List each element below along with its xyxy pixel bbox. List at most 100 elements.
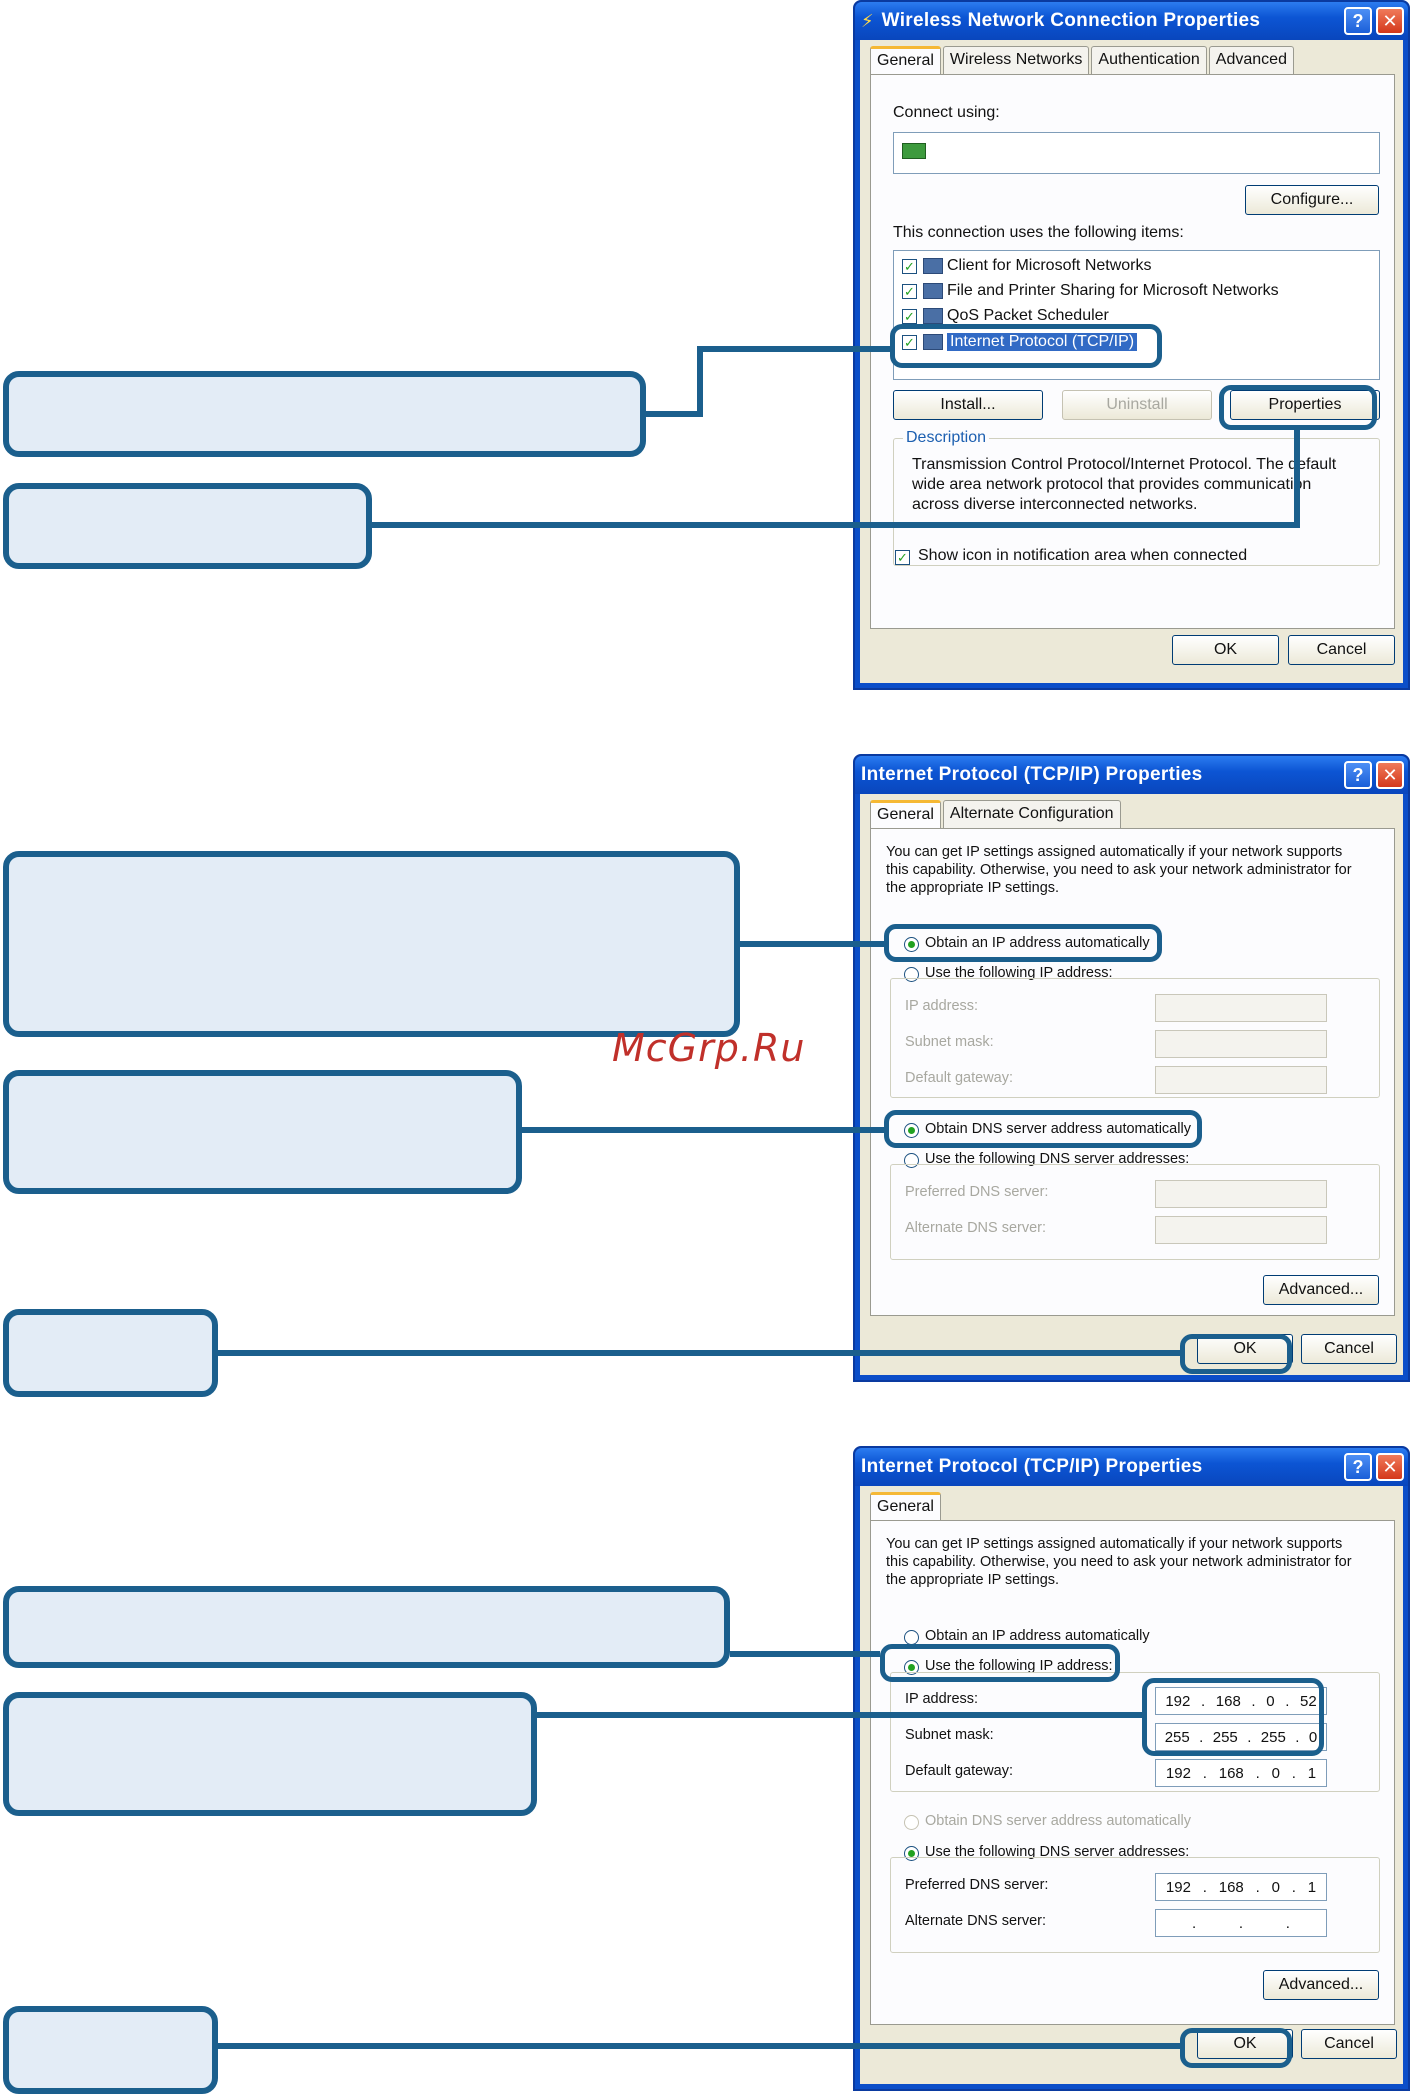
default-gateway-label: Default gateway: [905,1763,1014,1779]
callout-box-click-properties [3,483,372,569]
tab-alternate-configuration[interactable]: Alternate Configuration [942,800,1121,828]
checkbox[interactable]: ✓ [902,308,917,324]
list-item[interactable]: ✓ Client for Microsoft Networks [902,257,1152,275]
dns-group [890,1164,1380,1260]
tab-advanced[interactable]: Advanced [1208,46,1294,74]
default-gateway-field[interactable] [1155,1066,1327,1094]
obtain-ip-auto-radio[interactable] [904,1630,919,1645]
default-gateway-label: Default gateway: [905,1070,1014,1086]
intro-line: this capability. Otherwise, you need to … [886,1554,1352,1570]
default-gateway-field[interactable]: 192. 168. 0. 1 [1155,1759,1327,1787]
callout-box-use-following-ip [3,1586,730,1668]
tab-strip: General Wireless Networks Authentication… [870,46,1296,74]
configure-button[interactable]: Configure... [1245,185,1379,215]
ok-button[interactable]: OK [1172,635,1279,665]
advanced-button[interactable]: Advanced... [1263,1275,1379,1305]
ip-address-field[interactable]: 192. 168. 0. 52 [1155,1687,1327,1715]
ip-address-field[interactable] [1155,994,1327,1022]
properties-button[interactable]: Properties [1230,390,1380,420]
tab-general[interactable]: General [870,1492,941,1520]
cancel-button[interactable]: Cancel [1301,2029,1397,2059]
help-icon[interactable]: ? [1344,7,1372,35]
subnet-mask-label: Subnet mask: [905,1727,994,1743]
ip-address-label: IP address: [905,1691,979,1707]
show-icon-label: Show icon in notification area when conn… [918,547,1248,564]
intro-line: this capability. Otherwise, you need to … [886,862,1352,878]
intro-line: You can get IP settings assigned automat… [886,844,1343,860]
window-titlebar[interactable]: Internet Protocol (TCP/IP) Properties ? … [855,1448,1408,1486]
preferred-dns-label: Preferred DNS server: [905,1184,1049,1200]
close-icon[interactable]: ✕ [1376,1453,1404,1481]
obtain-dns-auto-radio[interactable] [904,1123,919,1138]
checkbox[interactable]: ✓ [902,283,917,299]
alternate-dns-field[interactable] [1155,1216,1327,1244]
components-list[interactable]: ✓ Client for Microsoft Networks ✓ File a… [893,250,1380,380]
obtain-dns-auto-label: Obtain DNS server address automatically [925,1121,1191,1137]
ok-button[interactable]: OK [1197,2029,1293,2059]
description-line: wide area network protocol that provides… [912,476,1312,493]
alternate-dns-field[interactable]: ... [1155,1909,1327,1937]
obtain-ip-auto-radio[interactable] [904,937,919,952]
window-titlebar[interactable]: Internet Protocol (TCP/IP) Properties ? … [855,756,1408,794]
callout-box-enter-ip-subnet [3,1692,537,1816]
description-line: across diverse interconnected networks. [912,496,1198,513]
subnet-mask-label: Subnet mask: [905,1034,994,1050]
close-icon[interactable]: ✕ [1376,7,1404,35]
window-title: Internet Protocol (TCP/IP) Properties [861,764,1203,785]
adapter-icon [902,143,926,159]
tab-authentication[interactable]: Authentication [1091,46,1207,74]
checkbox[interactable]: ✓ [902,258,917,274]
tab-general[interactable]: General [870,800,941,828]
install-button[interactable]: Install... [893,390,1043,420]
subnet-mask-field[interactable]: 255. 255. 255. 0 [1155,1723,1327,1751]
list-item[interactable]: ✓ Internet Protocol (TCP/IP) [902,333,1138,351]
cancel-button[interactable]: Cancel [1301,1334,1397,1364]
ip-address-label: IP address: [905,998,979,1014]
callout-box-click-ok-2 [3,2006,218,2094]
ok-button[interactable]: OK [1197,1334,1293,1364]
cancel-button[interactable]: Cancel [1288,635,1395,665]
tcpip-properties-window: Internet Protocol (TCP/IP) Properties ? … [853,754,1410,1382]
client-network-icon [923,258,943,274]
file-sharing-icon [923,283,943,299]
advanced-button[interactable]: Advanced... [1263,1970,1379,2000]
intro-line: You can get IP settings assigned automat… [886,1536,1343,1552]
tab-strip: General [870,1492,943,1520]
show-icon-checkbox[interactable]: ✓ [895,550,910,565]
intro-line: the appropriate IP settings. [886,880,1060,896]
intro-line: the appropriate IP settings. [886,1572,1060,1588]
connect-using-label: Connect using: [893,104,1000,121]
close-icon[interactable]: ✕ [1376,761,1404,789]
window-title: Internet Protocol (TCP/IP) Properties [861,1456,1203,1477]
description-line: Transmission Control Protocol/Internet P… [912,456,1337,473]
window-titlebar[interactable]: ⚡ Wireless Network Connection Properties… [855,2,1408,40]
checkbox[interactable]: ✓ [902,334,917,350]
help-icon[interactable]: ? [1344,761,1372,789]
dns-group [890,1857,1380,1953]
network-connection-icon: ⚡ [861,10,874,31]
list-item[interactable]: ✓ File and Printer Sharing for Microsoft… [902,282,1279,300]
items-label: This connection uses the following items… [893,224,1184,241]
list-item[interactable]: ✓ QoS Packet Scheduler [902,307,1109,325]
tcpip-properties-window-static: Internet Protocol (TCP/IP) Properties ? … [853,1446,1410,2091]
tab-wireless-networks[interactable]: Wireless Networks [942,46,1090,74]
alternate-dns-label: Alternate DNS server: [905,1220,1047,1236]
tab-general[interactable]: General [870,46,941,74]
callout-box-obtain-ip [3,851,740,1037]
obtain-dns-auto-radio[interactable] [904,1815,919,1830]
obtain-ip-auto-label: Obtain an IP address automatically [925,1628,1150,1644]
subnet-mask-field[interactable] [1155,1030,1327,1058]
preferred-dns-label: Preferred DNS server: [905,1877,1049,1893]
help-icon[interactable]: ? [1344,1453,1372,1481]
preferred-dns-field[interactable]: 192. 168. 0. 1 [1155,1873,1327,1901]
obtain-dns-auto-label: Obtain DNS server address automatically [925,1813,1191,1829]
qos-icon [923,308,943,324]
preferred-dns-field[interactable] [1155,1180,1327,1208]
callout-box-obtain-dns [3,1070,522,1194]
callout-box-click-ok [3,1309,218,1397]
protocol-icon [923,334,943,350]
uninstall-button[interactable]: Uninstall [1062,390,1212,420]
adapter-field[interactable] [893,132,1380,174]
tab-strip: General Alternate Configuration [870,800,1123,828]
alternate-dns-label: Alternate DNS server: [905,1913,1047,1929]
